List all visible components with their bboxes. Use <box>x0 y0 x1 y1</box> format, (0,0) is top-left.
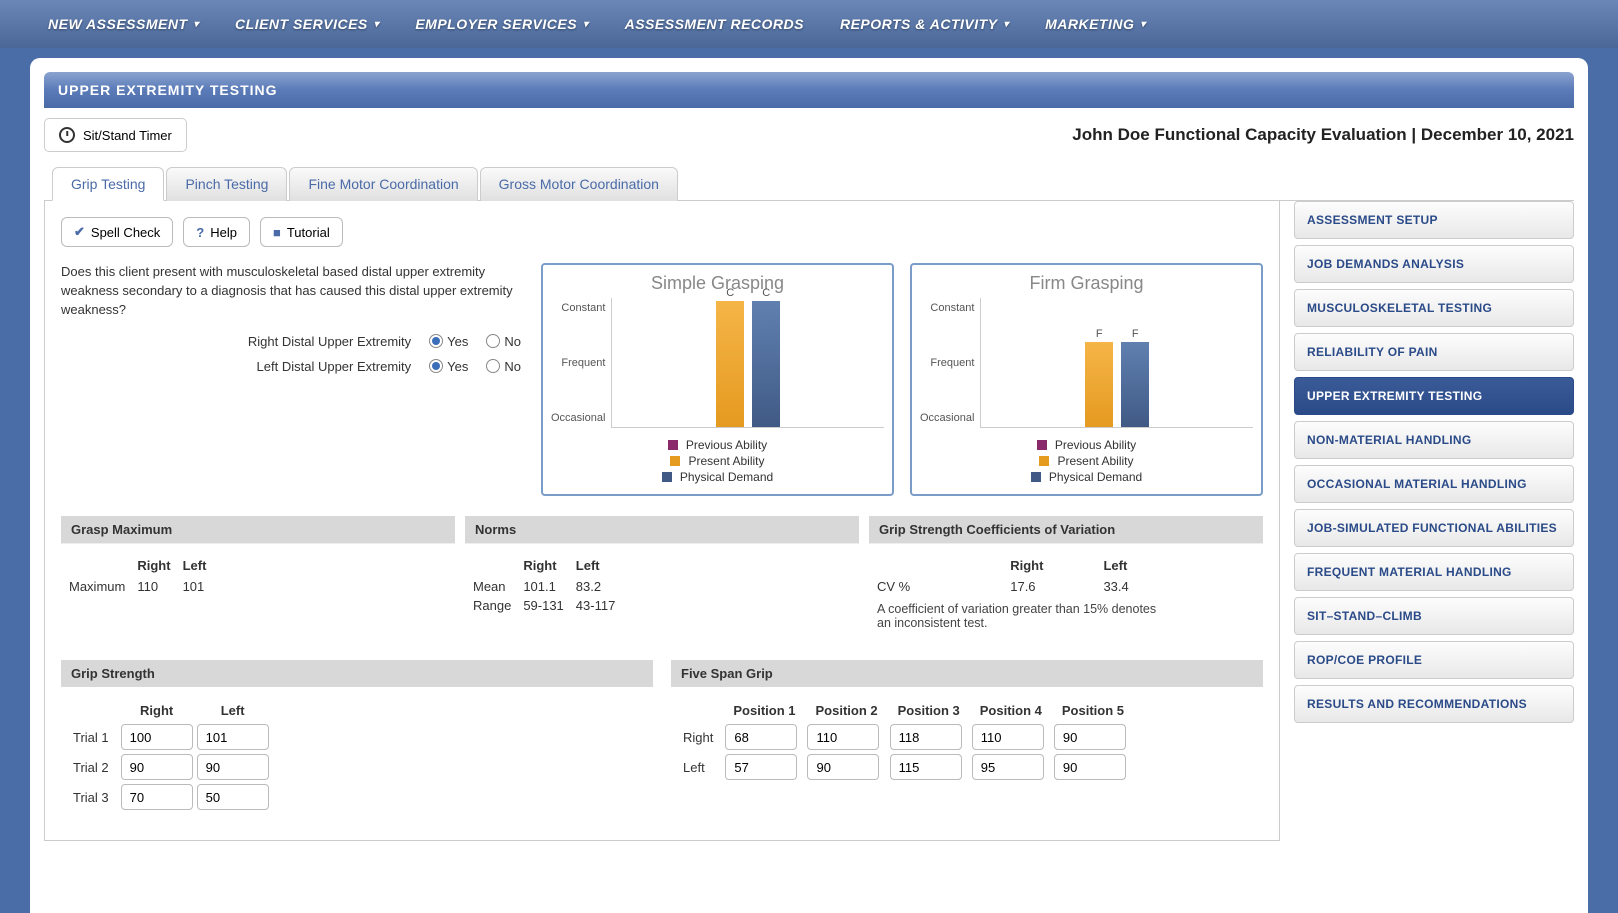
bar-demand: C <box>752 301 780 427</box>
grip-input-t2-left[interactable] <box>197 754 269 780</box>
grip-strength-section: Grip Strength RightLeft Trial 1 Trial 2 … <box>61 660 653 824</box>
grip-input-t2-right[interactable] <box>121 754 193 780</box>
section-header: Grasp Maximum <box>61 516 455 544</box>
swatch-demand <box>662 472 672 482</box>
radio-right-no[interactable]: No <box>486 334 521 349</box>
bar-present: F <box>1085 342 1113 427</box>
tab-bar: Grip Testing Pinch Testing Fine Motor Co… <box>44 166 1574 201</box>
nav-client-services[interactable]: CLIENT SERVICES▾ <box>217 0 397 48</box>
fivespan-right-p2[interactable] <box>807 724 879 750</box>
sidebar-assessment-setup[interactable]: ASSESSMENT SETUP <box>1294 201 1574 239</box>
nav-employer-services[interactable]: EMPLOYER SERVICES▾ <box>397 0 606 48</box>
sidebar-job-demands[interactable]: JOB DEMANDS ANALYSIS <box>1294 245 1574 283</box>
chart-title: Firm Grasping <box>920 273 1253 294</box>
fivespan-right-p1[interactable] <box>725 724 797 750</box>
spell-check-button[interactable]: ✔Spell Check <box>61 217 173 247</box>
grip-input-t3-right[interactable] <box>121 784 193 810</box>
fivespan-left-p3[interactable] <box>890 754 962 780</box>
question-icon: ? <box>196 225 204 240</box>
grasp-maximum-section: Grasp Maximum RightLeft Maximum110101 <box>61 516 455 642</box>
norms-section: Norms RightLeft Mean101.183.2 Range59-13… <box>465 516 859 642</box>
sidebar-upper-extremity[interactable]: UPPER EXTREMITY TESTING <box>1294 377 1574 415</box>
fivespan-right-p5[interactable] <box>1054 724 1126 750</box>
sidebar-musculoskeletal[interactable]: MUSCULOSKELETAL TESTING <box>1294 289 1574 327</box>
cv-section: Grip Strength Coefficients of Variation … <box>869 516 1263 642</box>
radio-left-yes[interactable]: Yes <box>429 359 468 374</box>
sidebar: ASSESSMENT SETUP JOB DEMANDS ANALYSIS MU… <box>1294 201 1574 841</box>
sidebar-reliability-pain[interactable]: RELIABILITY OF PAIN <box>1294 333 1574 371</box>
section-header: Grip Strength Coefficients of Variation <box>869 516 1263 544</box>
chart-firm-grasping: Firm Grasping Constant Frequent Occasion… <box>910 263 1263 496</box>
grip-input-t1-right[interactable] <box>121 724 193 750</box>
sidebar-occasional-material[interactable]: OCCASIONAL MATERIAL HANDLING <box>1294 465 1574 503</box>
nav-marketing[interactable]: MARKETING▾ <box>1027 0 1164 48</box>
swatch-previous <box>1037 440 1047 450</box>
video-icon: ■ <box>273 225 281 240</box>
fivespan-left-p1[interactable] <box>725 754 797 780</box>
nav-new-assessment[interactable]: NEW ASSESSMENT▾ <box>30 0 217 48</box>
fivespan-left-p2[interactable] <box>807 754 879 780</box>
sit-stand-timer-button[interactable]: Sit/Stand Timer <box>44 118 187 152</box>
chart-simple-grasping: Simple Grasping Constant Frequent Occasi… <box>541 263 894 496</box>
swatch-demand <box>1031 472 1041 482</box>
page-title: John Doe Functional Capacity Evaluation … <box>1072 125 1574 145</box>
sidebar-sit-stand-climb[interactable]: SIT–STAND–CLIMB <box>1294 597 1574 635</box>
swatch-present <box>670 456 680 466</box>
fivespan-right-p4[interactable] <box>972 724 1044 750</box>
swatch-present <box>1039 456 1049 466</box>
nav-assessment-records[interactable]: ASSESSMENT RECORDS <box>607 0 822 48</box>
section-header: Grip Strength <box>61 660 653 687</box>
sidebar-non-material[interactable]: NON-MATERIAL HANDLING <box>1294 421 1574 459</box>
radio-label-right: Right Distal Upper Extremity <box>211 334 411 349</box>
radio-label-left: Left Distal Upper Extremity <box>211 359 411 374</box>
tab-grip-testing[interactable]: Grip Testing <box>52 167 164 201</box>
timer-label: Sit/Stand Timer <box>83 128 172 143</box>
clock-icon <box>59 127 75 143</box>
chevron-down-icon: ▾ <box>374 19 380 30</box>
radio-left-no[interactable]: No <box>486 359 521 374</box>
swatch-previous <box>668 440 678 450</box>
top-nav: NEW ASSESSMENT▾ CLIENT SERVICES▾ EMPLOYE… <box>0 0 1618 48</box>
panel-title: UPPER EXTREMITY TESTING <box>44 72 1574 108</box>
chevron-down-icon: ▾ <box>1140 19 1146 30</box>
section-header: Five Span Grip <box>671 660 1263 687</box>
grip-input-t3-left[interactable] <box>197 784 269 810</box>
five-span-grip-section: Five Span Grip Position 1Position 2Posit… <box>671 660 1263 824</box>
section-header: Norms <box>465 516 859 544</box>
tab-fine-motor[interactable]: Fine Motor Coordination <box>289 167 477 201</box>
question-text: Does this client present with musculoske… <box>61 263 521 320</box>
tab-gross-motor[interactable]: Gross Motor Coordination <box>480 167 678 201</box>
fivespan-right-p3[interactable] <box>890 724 962 750</box>
bar-present: C <box>716 301 744 427</box>
bar-demand: F <box>1121 342 1149 427</box>
check-icon: ✔ <box>74 224 85 240</box>
sidebar-frequent-material[interactable]: FREQUENT MATERIAL HANDLING <box>1294 553 1574 591</box>
sidebar-rop-coe[interactable]: ROP/COE PROFILE <box>1294 641 1574 679</box>
tab-pinch-testing[interactable]: Pinch Testing <box>166 167 287 201</box>
chevron-down-icon: ▾ <box>1004 19 1010 30</box>
chevron-down-icon: ▾ <box>194 19 200 30</box>
tutorial-button[interactable]: ■Tutorial <box>260 217 343 247</box>
nav-reports-activity[interactable]: REPORTS & ACTIVITY▾ <box>822 0 1027 48</box>
chevron-down-icon: ▾ <box>583 19 589 30</box>
fivespan-left-p4[interactable] <box>972 754 1044 780</box>
grip-input-t1-left[interactable] <box>197 724 269 750</box>
fivespan-left-p5[interactable] <box>1054 754 1126 780</box>
help-button[interactable]: ?Help <box>183 217 250 247</box>
cv-note: A coefficient of variation greater than … <box>877 602 1157 630</box>
sidebar-results[interactable]: RESULTS AND RECOMMENDATIONS <box>1294 685 1574 723</box>
sidebar-job-simulated[interactable]: JOB-SIMULATED FUNCTIONAL ABILITIES <box>1294 509 1574 547</box>
radio-right-yes[interactable]: Yes <box>429 334 468 349</box>
chart-title: Simple Grasping <box>551 273 884 294</box>
